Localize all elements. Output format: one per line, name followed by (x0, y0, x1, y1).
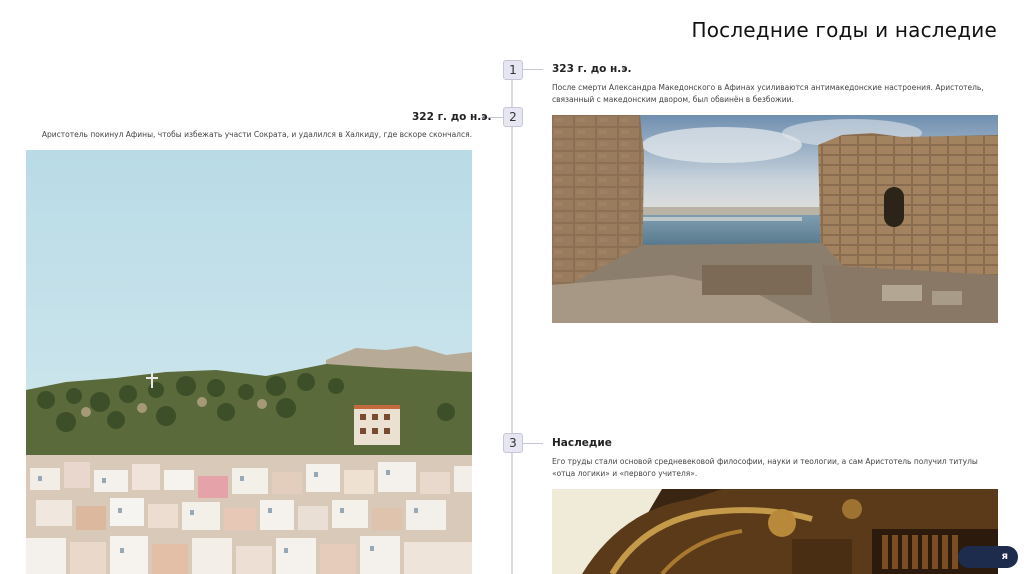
timeline-marker-1: 1 (503, 60, 523, 80)
entry-1-title: 323 г. до н.э. (552, 63, 632, 75)
entry-1-text: После смерти Александра Македонского в А… (552, 83, 984, 104)
timeline-marker-3: 3 (503, 433, 523, 453)
library-interior-photo (552, 489, 998, 574)
timeline-line (511, 68, 513, 574)
timeline-connector-1 (523, 69, 543, 70)
entry-2-title: 322 г. до н.э. (412, 111, 492, 123)
timeline-connector-3 (523, 443, 543, 444)
corner-badge[interactable]: я (958, 546, 1018, 568)
hillside-town-photo (26, 150, 472, 574)
timeline-marker-2: 2 (503, 107, 523, 127)
slide-title: Последние годы и наследие (691, 18, 997, 42)
entry-2-text: Аристотель покинул Афины, чтобы избежать… (41, 130, 472, 139)
fortress-harbor-photo (552, 115, 998, 323)
entry-3-text: Его труды стали основой средневековой фи… (552, 457, 978, 478)
entry-3-title: Наследие (552, 437, 612, 449)
